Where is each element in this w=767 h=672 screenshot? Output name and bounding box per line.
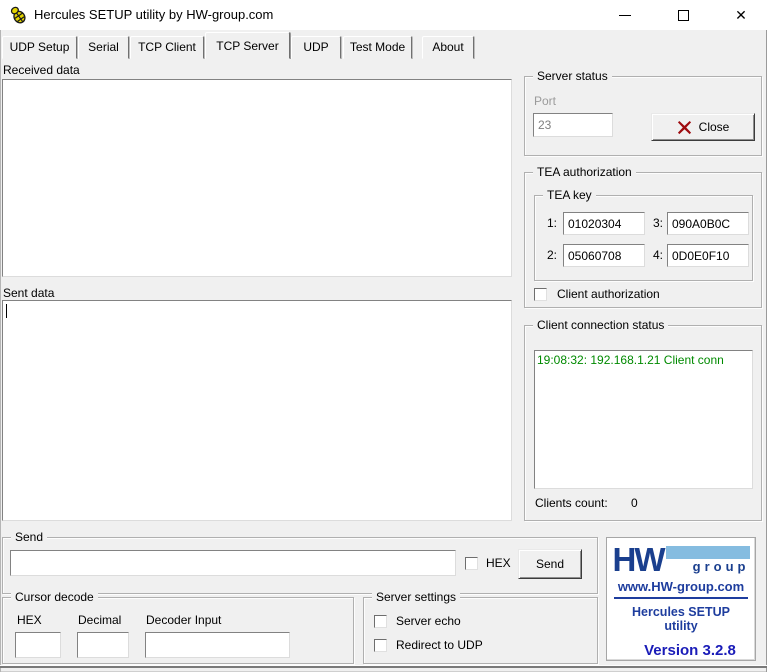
close-window-button[interactable]: ✕ bbox=[718, 0, 764, 30]
tab-tcp-client[interactable]: TCP Client bbox=[130, 36, 204, 59]
tab-udp-setup[interactable]: UDP Setup bbox=[2, 36, 77, 59]
server-status-title: Server status bbox=[533, 69, 612, 84]
send-button-label: Send bbox=[536, 557, 564, 571]
tab-test-mode[interactable]: Test Mode bbox=[343, 36, 412, 59]
received-data-label: Received data bbox=[3, 63, 80, 77]
cursor-decode-title: Cursor decode bbox=[11, 590, 98, 605]
server-settings-title: Server settings bbox=[372, 590, 460, 605]
server-settings-group: Server settings Server echo Redirect to … bbox=[363, 597, 598, 664]
hercules-beetle-icon bbox=[8, 5, 28, 25]
redirect-to-udp-checkbox[interactable] bbox=[374, 639, 387, 652]
window-title: Hercules SETUP utility by HW-group.com bbox=[34, 7, 273, 22]
client-authorization-label: Client authorization bbox=[557, 287, 660, 301]
clients-count-label: Clients count: bbox=[535, 496, 608, 510]
client-connection-log[interactable]: 19:08:32: 192.168.1.21 Client conn bbox=[534, 350, 753, 489]
hw-group-logo: HW group www.HW-group.com Hercules SETUP… bbox=[606, 537, 756, 661]
title-bar[interactable]: Hercules SETUP utility by HW-group.com ✕ bbox=[0, 0, 767, 30]
tea-key-4-label: 4: bbox=[647, 248, 663, 262]
decode-hex-input[interactable] bbox=[15, 632, 61, 658]
decode-decimal-input[interactable] bbox=[77, 632, 129, 658]
logo-url: www.HW-group.com bbox=[614, 579, 748, 594]
logo-hw-text: HW bbox=[613, 543, 664, 577]
close-icon: ✕ bbox=[735, 8, 747, 22]
logo-group-text: group bbox=[666, 559, 750, 574]
send-input[interactable] bbox=[10, 550, 456, 576]
decode-hex-label: HEX bbox=[17, 613, 42, 627]
port-input[interactable] bbox=[533, 113, 613, 137]
clients-count-value: 0 bbox=[631, 496, 638, 510]
logo-app-name: Hercules SETUP utility bbox=[614, 605, 748, 633]
cursor-decode-group: Cursor decode HEX Decimal Decoder Input bbox=[2, 597, 354, 664]
tea-authorization-title: TEA authorization bbox=[533, 165, 636, 180]
tab-udp[interactable]: UDP bbox=[291, 36, 341, 59]
redirect-to-udp-label: Redirect to UDP bbox=[396, 638, 483, 652]
logo-divider bbox=[614, 597, 748, 599]
tea-key-2-input[interactable] bbox=[563, 244, 645, 267]
window-bottom-edge bbox=[0, 666, 767, 668]
maximize-icon bbox=[678, 10, 689, 21]
tea-key-group: TEA key 1: 3: 2: 4: bbox=[534, 195, 753, 281]
minimize-button[interactable] bbox=[602, 0, 648, 30]
tea-key-title: TEA key bbox=[543, 188, 596, 203]
maximize-button[interactable] bbox=[660, 0, 706, 30]
sent-data-area[interactable] bbox=[2, 300, 512, 521]
send-button[interactable]: Send bbox=[518, 549, 582, 579]
close-server-button[interactable]: Close bbox=[651, 113, 755, 141]
client-authorization-checkbox[interactable] bbox=[534, 288, 547, 301]
tea-key-1-input[interactable] bbox=[563, 212, 645, 235]
tea-key-4-input[interactable] bbox=[667, 244, 749, 267]
minimize-icon bbox=[619, 15, 631, 16]
tea-key-1-label: 1: bbox=[541, 216, 557, 230]
close-server-label: Close bbox=[699, 120, 730, 134]
server-echo-label: Server echo bbox=[396, 614, 461, 628]
decoder-input-field[interactable] bbox=[145, 632, 290, 658]
logo-blue-bar bbox=[666, 546, 750, 559]
red-x-icon bbox=[677, 120, 692, 135]
logo-version: Version 3.2.8 bbox=[614, 642, 748, 659]
send-group: Send HEX Send bbox=[2, 537, 598, 594]
client-connection-status-title: Client connection status bbox=[533, 318, 668, 333]
tab-tcp-server[interactable]: TCP Server bbox=[205, 32, 290, 59]
log-line: 19:08:32: 192.168.1.21 Client conn bbox=[535, 351, 752, 367]
port-label: Port bbox=[534, 94, 556, 108]
app-window: Hercules SETUP utility by HW-group.com ✕… bbox=[0, 0, 767, 672]
sent-data-label: Sent data bbox=[3, 286, 54, 300]
decode-decimal-label: Decimal bbox=[78, 613, 121, 627]
tea-key-3-label: 3: bbox=[647, 216, 663, 230]
tab-about[interactable]: About bbox=[422, 36, 474, 59]
tea-authorization-group: TEA authorization TEA key 1: 3: 2: 4: Cl… bbox=[524, 172, 762, 308]
tea-key-3-input[interactable] bbox=[667, 212, 749, 235]
server-echo-checkbox[interactable] bbox=[374, 615, 387, 628]
hex-checkbox-label: HEX bbox=[486, 556, 511, 570]
send-group-title: Send bbox=[11, 530, 47, 545]
hex-checkbox[interactable] bbox=[465, 557, 478, 570]
received-data-area[interactable] bbox=[2, 79, 512, 277]
tab-serial[interactable]: Serial bbox=[78, 36, 129, 59]
text-caret bbox=[6, 304, 7, 318]
client-connection-status-group: Client connection status 19:08:32: 192.1… bbox=[524, 325, 762, 521]
decoder-input-label: Decoder Input bbox=[146, 613, 221, 627]
tea-key-2-label: 2: bbox=[541, 248, 557, 262]
server-status-group: Server status Port Close bbox=[524, 76, 762, 156]
